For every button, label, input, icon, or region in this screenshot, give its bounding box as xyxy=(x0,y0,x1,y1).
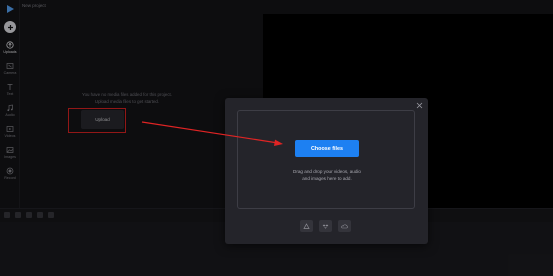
record-icon xyxy=(6,167,14,175)
sidebar-item-label: Camera xyxy=(3,71,17,75)
project-title[interactable]: New project xyxy=(22,3,46,8)
add-button[interactable] xyxy=(4,21,16,33)
upload-icon xyxy=(6,41,14,49)
sidebar-item-text[interactable]: Text xyxy=(0,82,20,103)
empty-state-message: You have no media files added for this p… xyxy=(47,91,207,105)
onedrive-button[interactable] xyxy=(338,220,351,232)
video-icon xyxy=(6,126,14,132)
google-drive-icon xyxy=(303,222,310,229)
sidebar-item-label: Images xyxy=(4,155,16,159)
sidebar-item-uploads[interactable]: Uploads xyxy=(0,40,20,61)
music-icon xyxy=(7,104,13,112)
sidebar-item-camera[interactable]: Camera xyxy=(0,61,20,82)
close-icon[interactable] xyxy=(416,102,423,109)
plus-icon xyxy=(7,24,13,30)
sidebar-item-label: Record xyxy=(4,176,16,180)
sidebar-item-label: Audio xyxy=(5,113,15,117)
empty-state-line: Upload media files to get started. xyxy=(94,99,160,104)
sidebar-item-audio[interactable]: Audio xyxy=(0,103,20,124)
onedrive-icon xyxy=(341,223,348,228)
upload-modal: Choose files Drag and drop your videos, … xyxy=(225,98,428,244)
choose-files-button[interactable]: Choose files xyxy=(295,140,359,157)
delete-icon[interactable] xyxy=(37,212,43,218)
sidebar-item-record[interactable]: Record xyxy=(0,166,20,187)
undo-icon[interactable] xyxy=(4,212,10,218)
split-icon[interactable] xyxy=(26,212,32,218)
sidebar-item-images[interactable]: Images xyxy=(0,145,20,166)
sidebar-item-label: Text xyxy=(6,92,14,96)
empty-state-line: You have no media files added for this p… xyxy=(82,92,172,97)
dropzone-instructions: Drag and drop your videos, audio and ima… xyxy=(238,168,416,182)
google-drive-button[interactable] xyxy=(300,220,313,232)
cloud-sources xyxy=(300,220,351,232)
file-dropzone[interactable]: Choose files Drag and drop your videos, … xyxy=(237,110,415,209)
zoom-icon[interactable] xyxy=(48,212,54,218)
upload-button[interactable]: Upload xyxy=(81,110,124,129)
dropzone-line: and images here to add. xyxy=(302,176,352,181)
dropzone-line: Drag and drop your videos, audio xyxy=(293,169,361,174)
sidebar-item-label: Uploads xyxy=(3,50,17,54)
sidebar-item-videos[interactable]: Videos xyxy=(0,124,20,145)
redo-icon[interactable] xyxy=(15,212,21,218)
image-icon xyxy=(6,147,14,153)
dropbox-icon xyxy=(322,224,329,229)
text-icon xyxy=(7,84,13,90)
sidebar-item-label: Videos xyxy=(4,134,16,138)
dropbox-button[interactable] xyxy=(319,220,332,232)
app-logo-icon xyxy=(7,5,14,13)
camera-icon xyxy=(6,63,14,69)
